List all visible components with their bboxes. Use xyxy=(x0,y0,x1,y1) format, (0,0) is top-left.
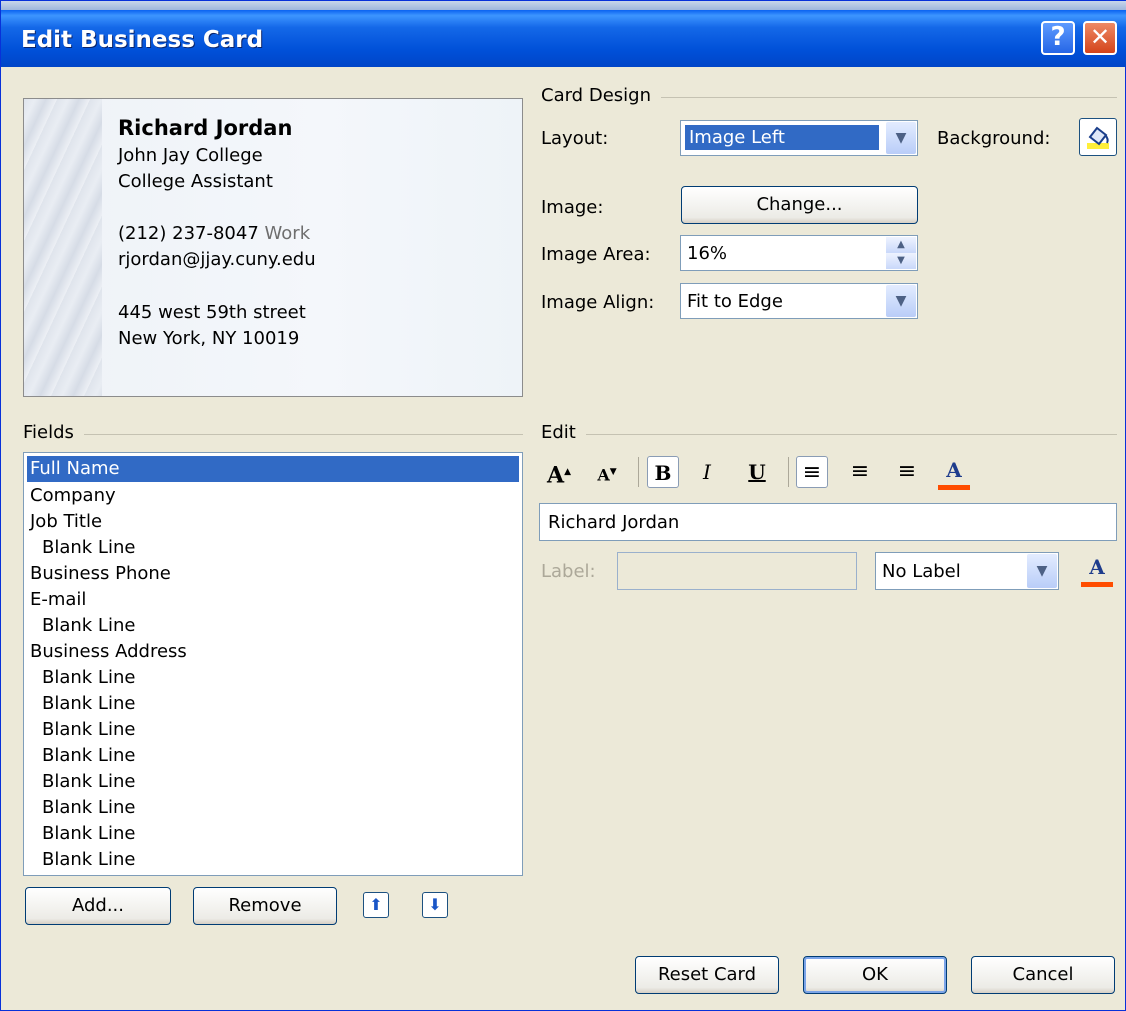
grow-font-icon[interactable]: A▲ xyxy=(543,456,575,488)
card-phone-line: (212) 237-8047 Work xyxy=(118,223,310,244)
list-item[interactable]: Blank Line xyxy=(42,613,135,639)
title-bar[interactable]: Edit Business Card ? ✕ xyxy=(1,1,1126,67)
chevron-down-icon[interactable]: ▼ xyxy=(886,285,916,317)
card-address-line2: New York, NY 10019 xyxy=(118,328,300,349)
edit-group-line xyxy=(541,434,1117,435)
fields-heading: Fields xyxy=(23,422,84,443)
list-item[interactable]: Blank Line xyxy=(42,847,135,873)
toolbar-separator xyxy=(638,457,639,487)
fields-group-line xyxy=(23,434,523,435)
image-align-label: Image Align: xyxy=(541,292,655,313)
label-dropdown-value: No Label xyxy=(882,561,961,582)
edit-heading: Edit xyxy=(541,422,586,443)
background-color-button[interactable] xyxy=(1079,118,1117,156)
image-area-spinner[interactable]: 16% ▲ ▼ xyxy=(680,235,918,271)
image-align-dropdown[interactable]: Fit to Edge ▼ xyxy=(680,283,918,319)
list-item[interactable]: Blank Line xyxy=(42,769,135,795)
list-item[interactable]: Blank Line xyxy=(42,691,135,717)
card-job-title: College Assistant xyxy=(118,171,273,192)
card-phone: (212) 237-8047 xyxy=(118,223,259,244)
chevron-down-icon[interactable]: ▼ xyxy=(886,122,916,154)
add-field-button[interactable]: Add... xyxy=(25,887,171,925)
card-phone-label: Work xyxy=(264,223,311,244)
spin-down-icon[interactable]: ▼ xyxy=(886,253,916,269)
title-bar-strip xyxy=(1,1,1126,10)
paint-bucket-icon xyxy=(1087,126,1109,149)
list-item[interactable]: Full Name xyxy=(27,456,519,482)
list-item[interactable]: Blank Line xyxy=(42,795,135,821)
card-company: John Jay College xyxy=(118,145,263,166)
label-caption: Label: xyxy=(541,561,596,582)
toolbar-separator xyxy=(788,457,789,487)
italic-icon[interactable]: I xyxy=(691,456,723,488)
layout-value: Image Left xyxy=(685,125,879,150)
align-center-icon[interactable]: ≡ xyxy=(844,456,876,488)
list-item[interactable]: Blank Line xyxy=(42,535,135,561)
layout-dropdown[interactable]: Image Left ▼ xyxy=(680,120,918,156)
edit-business-card-dialog: Edit Business Card ? ✕ Richard Jordan Jo… xyxy=(0,0,1126,1011)
label-dropdown[interactable]: No Label ▼ xyxy=(875,552,1059,590)
reset-card-button[interactable]: Reset Card xyxy=(635,956,779,994)
label-font-color-icon[interactable]: A xyxy=(1081,553,1113,587)
fields-list[interactable]: Full Name Company Job Title Blank Line B… xyxy=(23,452,523,876)
list-item[interactable]: Company xyxy=(30,483,116,509)
background-label: Background: xyxy=(937,128,1051,149)
card-preview: Richard Jordan John Jay College College … xyxy=(23,98,523,397)
ok-button[interactable]: OK xyxy=(803,956,947,994)
font-color-icon[interactable]: A xyxy=(938,456,970,490)
close-button[interactable]: ✕ xyxy=(1083,21,1117,55)
card-email: rjordan@jjay.cuny.edu xyxy=(118,249,316,270)
list-item[interactable]: E-mail xyxy=(30,587,86,613)
card-design-heading: Card Design xyxy=(541,85,661,106)
arrow-down-icon: ⬇ xyxy=(428,895,442,914)
field-value-text: Richard Jordan xyxy=(548,512,680,533)
help-button[interactable]: ? xyxy=(1041,21,1075,55)
cancel-button[interactable]: Cancel xyxy=(971,956,1115,994)
align-left-icon[interactable]: ≡ xyxy=(796,456,828,488)
label-text-input[interactable] xyxy=(617,552,857,590)
layout-label: Layout: xyxy=(541,128,609,149)
shrink-font-icon[interactable]: A▼ xyxy=(591,456,623,488)
arrow-up-icon: ⬆ xyxy=(369,895,383,914)
change-image-button[interactable]: Change... xyxy=(681,186,918,224)
bold-icon[interactable]: B xyxy=(647,456,679,488)
remove-field-button[interactable]: Remove xyxy=(193,887,337,925)
align-right-icon[interactable]: ≡ xyxy=(891,456,923,488)
chevron-down-icon[interactable]: ▼ xyxy=(1027,554,1057,588)
card-address-line1: 445 west 59th street xyxy=(118,302,306,323)
field-value-input[interactable]: Richard Jordan xyxy=(539,503,1117,541)
card-name: Richard Jordan xyxy=(118,116,293,140)
list-item[interactable]: Blank Line xyxy=(42,743,135,769)
spin-up-icon[interactable]: ▲ xyxy=(886,237,916,253)
list-item[interactable]: Blank Line xyxy=(42,717,135,743)
image-area-label: Image Area: xyxy=(541,244,651,265)
image-align-value: Fit to Edge xyxy=(687,291,783,312)
list-item[interactable]: Blank Line xyxy=(42,665,135,691)
move-up-button[interactable]: ⬆ xyxy=(363,892,389,918)
underline-icon[interactable]: U xyxy=(741,456,773,488)
image-area-value: 16% xyxy=(687,243,728,264)
dialog-title: Edit Business Card xyxy=(21,27,264,53)
image-label: Image: xyxy=(541,197,604,218)
list-item[interactable]: Job Title xyxy=(30,509,102,535)
list-item[interactable]: Business Address xyxy=(30,639,187,665)
card-image xyxy=(24,99,102,396)
list-item[interactable]: Business Phone xyxy=(30,561,171,587)
move-down-button[interactable]: ⬇ xyxy=(422,892,448,918)
list-item[interactable]: Blank Line xyxy=(42,821,135,847)
